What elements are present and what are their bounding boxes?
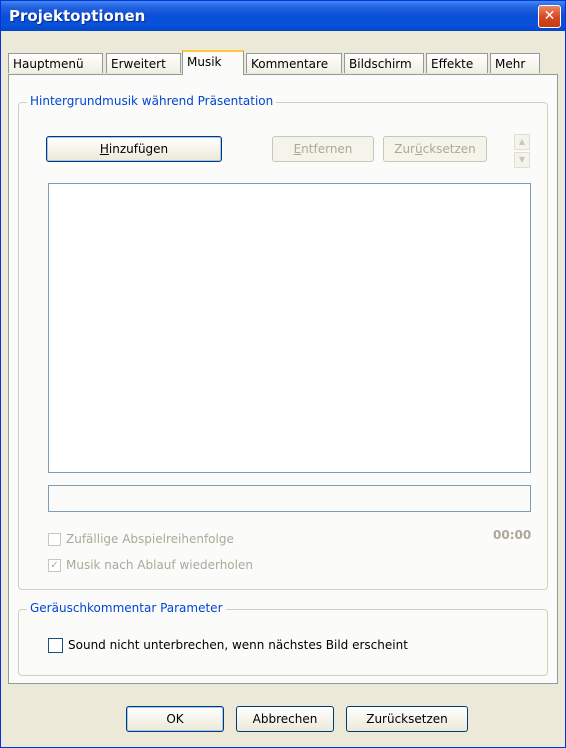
reset-list-label-pre: Zur [394,142,415,156]
move-up-arrow-icon[interactable]: ▲ [514,134,530,150]
cancel-button[interactable]: Abbrechen [236,706,334,732]
random-order-checkbox[interactable] [48,533,61,546]
sound-comment-group: Geräuschkommentar Parameter Sound nicht … [18,601,548,676]
tab-kommentare[interactable]: Kommentare [246,53,342,73]
remove-button[interactable]: Entfernen [272,136,374,162]
reset-list-mnemonic: ü [414,142,423,156]
tab-mehr[interactable]: Mehr [490,53,540,73]
tab-musik[interactable]: Musik [182,50,244,75]
ok-button[interactable]: OK [126,706,224,732]
dont-interrupt-sound-checkbox[interactable] [48,638,63,653]
add-button-label: inzufügen [108,142,169,156]
reset-button[interactable]: Zurücksetzen [346,706,468,732]
background-music-group-title: Hintergrundmusik während Präsentation [27,94,277,108]
music-info-field [48,485,531,512]
tab-erweitert[interactable]: Erweitert [106,53,181,73]
repeat-music-label: Musik nach Ablauf wiederholen [66,558,253,572]
tab-bildschirm[interactable]: Bildschirm [344,53,424,73]
add-button-mnemonic: H [99,142,109,156]
tab-panel-musik: Hintergrundmusik während Präsentation Hi… [8,74,558,684]
title-bar[interactable]: Projektoptionen ✕ [1,1,565,31]
reset-list-button[interactable]: Zurücksetzen [383,136,487,162]
reset-list-label-post: cksetzen [422,142,476,156]
tab-hauptmenu[interactable]: Hauptmenü [8,53,103,73]
dont-interrupt-sound-label: Sound nicht unterbrechen, wenn nächstes … [68,638,408,652]
tab-effekte[interactable]: Effekte [426,53,488,73]
background-music-group: Hintergrundmusik während Präsentation Hi… [18,94,548,590]
project-options-dialog: Projektoptionen ✕ Hauptmenü Erweitert Mu… [0,0,566,748]
sound-comment-group-title: Geräuschkommentar Parameter [27,601,226,615]
remove-button-label: ntfernen [301,142,353,156]
repeat-music-checkbox[interactable]: ✓ [48,559,61,572]
move-down-arrow-icon[interactable]: ▼ [514,152,530,168]
close-icon: ✕ [543,8,556,24]
order-spinner: ▲ ▼ [514,134,530,168]
add-button[interactable]: Hinzufügen [46,136,222,162]
tab-strip: Hauptmenü Erweitert Musik Kommentare Bil… [8,50,558,75]
window-title: Projektoptionen [9,7,146,25]
checkmark-icon: ✓ [50,560,59,571]
random-order-label: Zufällige Abspielreihenfolge [66,532,234,546]
playback-time: 00:00 [493,528,532,542]
music-file-list[interactable] [48,183,531,473]
close-button[interactable]: ✕ [538,5,561,28]
